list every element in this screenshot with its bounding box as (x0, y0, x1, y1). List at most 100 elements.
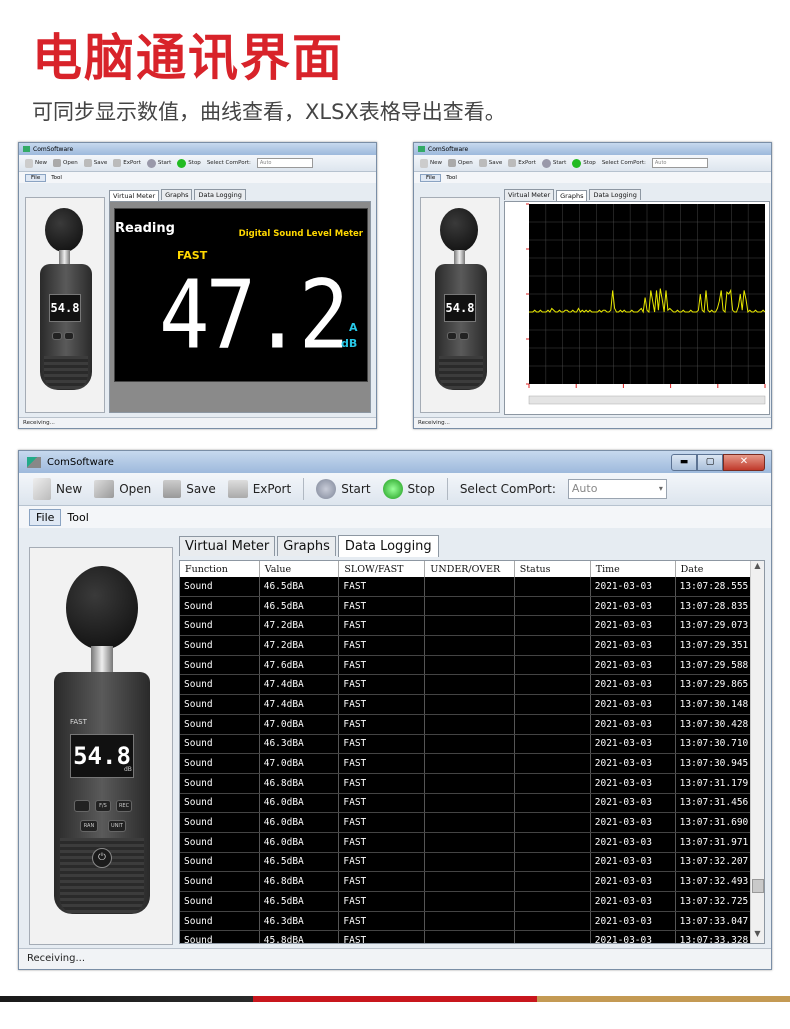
table-cell: 2021-03-03 (590, 694, 676, 715)
table-row[interactable]: Sound 46.5dBA FAST 2021-03-03 13:07:28.835 (180, 596, 764, 617)
save-button[interactable]: Save (83, 159, 107, 167)
column-header[interactable]: Status (514, 561, 591, 577)
tab-graphs[interactable]: Graphs (556, 190, 588, 201)
stop-button[interactable]: Stop (382, 479, 435, 499)
column-header[interactable]: UNDER/OVER (424, 561, 515, 577)
table-cell: 2021-03-03 (590, 753, 676, 774)
table-row[interactable]: Sound 46.0dBA FAST 2021-03-03 13:07:31.971 (180, 832, 764, 853)
title-bar: ComSoftware (19, 143, 376, 155)
open-button[interactable]: Open (53, 159, 78, 167)
table-row[interactable]: Sound 46.0dBA FAST 2021-03-03 13:07:31.456 (180, 793, 764, 814)
column-header[interactable]: Function (180, 561, 260, 577)
table-cell: 2021-03-03 (590, 911, 676, 932)
tab-virtual-meter[interactable]: Virtual Meter (109, 190, 160, 201)
table-cell: FAST (338, 930, 426, 943)
table-row[interactable]: Sound 46.8dBA FAST 2021-03-03 13:07:31.179 (180, 773, 764, 794)
table-cell (424, 596, 515, 617)
save-button[interactable]: Save (163, 480, 216, 498)
table-row[interactable]: Sound 47.2dBA FAST 2021-03-03 13:07:29.351 (180, 635, 764, 656)
table-row[interactable]: Sound 47.4dBA FAST 2021-03-03 13:07:30.148 (180, 694, 764, 715)
stop-icon (382, 479, 403, 499)
menu-bar: File Tool (414, 172, 771, 183)
open-button[interactable]: Open (448, 159, 473, 167)
table-cell: 46.5dBA (259, 852, 340, 873)
table-row[interactable]: Sound 46.5dBA FAST 2021-03-03 13:07:28.555 (180, 577, 764, 597)
table-row[interactable]: Sound 46.0dBA FAST 2021-03-03 13:07:31.690 (180, 812, 764, 833)
start-button[interactable]: Start (316, 479, 371, 499)
export-button[interactable]: ExPort (113, 159, 141, 167)
comport-select[interactable]: Auto (651, 158, 708, 168)
export-icon (508, 159, 517, 167)
menu-file[interactable]: File (29, 508, 62, 526)
column-header[interactable]: Time (590, 561, 676, 577)
table-row[interactable]: Sound 47.4dBA FAST 2021-03-03 13:07:29.865 (180, 674, 764, 696)
new-button[interactable]: New (25, 158, 47, 168)
stop-button[interactable]: Stop (177, 158, 201, 168)
table-cell (514, 655, 591, 676)
minimize-button[interactable]: ▬ (671, 453, 697, 471)
start-button[interactable]: Start (541, 158, 566, 168)
table-cell (514, 615, 591, 637)
vertical-scrollbar[interactable]: ▲ ▼ (750, 561, 764, 943)
status-text: Receiving... (27, 953, 85, 964)
menu-file[interactable]: File (420, 173, 442, 182)
tab-data-logging[interactable]: Data Logging (337, 535, 439, 557)
scroll-up-arrow[interactable]: ▲ (751, 561, 764, 575)
table-cell (424, 911, 515, 932)
table-cell: Sound (180, 930, 260, 943)
comport-select[interactable]: Auto (256, 158, 313, 168)
table-row[interactable]: Sound 46.3dBA FAST 2021-03-03 13:07:30.710 (180, 734, 764, 755)
menu-file[interactable]: File (25, 173, 47, 182)
tab-data-logging[interactable]: Data Logging (194, 189, 246, 200)
scrollbar-thumb[interactable] (752, 879, 764, 893)
unit-a-label: A (349, 321, 358, 334)
close-button[interactable]: ✕ (723, 453, 765, 471)
toolbar: New Open Save ExPort Start Stop Select C… (414, 155, 771, 172)
table-cell: FAST (338, 773, 426, 794)
table-row[interactable]: Sound 47.0dBA FAST 2021-03-03 13:07:30.428 (180, 714, 764, 735)
meter-lcd: 54.8 (444, 294, 476, 322)
tab-virtual-meter[interactable]: Virtual Meter (179, 536, 276, 556)
graph-scrollbar[interactable] (528, 395, 766, 405)
table-row[interactable]: Sound 47.2dBA FAST 2021-03-03 13:07:29.073 (180, 615, 764, 637)
table-row[interactable]: Sound 46.5dBA FAST 2021-03-03 13:07:32.207 (180, 852, 764, 873)
maximize-button[interactable]: ▢ (697, 453, 723, 471)
menu-tool[interactable]: Tool (61, 510, 94, 525)
table-cell: Sound (180, 596, 260, 617)
table-cell: Sound (180, 891, 260, 912)
table-row[interactable]: Sound 46.3dBA FAST 2021-03-03 13:07:33.047 (180, 911, 764, 932)
new-button[interactable]: New (33, 478, 82, 500)
app-icon (23, 146, 30, 152)
open-icon (94, 480, 115, 498)
start-button[interactable]: Start (146, 158, 171, 168)
table-cell: 2021-03-03 (590, 793, 676, 814)
tab-virtual-meter[interactable]: Virtual Meter (504, 189, 555, 200)
tab-graphs[interactable]: Graphs (277, 536, 336, 556)
table-row[interactable]: Sound 47.0dBA FAST 2021-03-03 13:07:30.945 (180, 753, 764, 774)
open-button[interactable]: Open (94, 480, 151, 498)
table-row[interactable]: Sound 45.8dBA FAST 2021-03-03 13:07:33.328 (180, 930, 764, 943)
column-header[interactable]: Value (259, 561, 340, 577)
table-row[interactable]: Sound 46.8dBA FAST 2021-03-03 13:07:32.493 (180, 871, 764, 892)
scroll-down-arrow[interactable]: ▼ (751, 929, 764, 943)
tab-graphs[interactable]: Graphs (161, 189, 193, 200)
menu-tool[interactable]: Tool (46, 175, 67, 181)
table-row[interactable]: Sound 46.5dBA FAST 2021-03-03 13:07:32.725 (180, 891, 764, 912)
comport-select[interactable]: Auto ▾ (567, 479, 667, 499)
menu-tool[interactable]: Tool (441, 175, 462, 181)
save-button[interactable]: Save (478, 159, 502, 167)
table-cell (424, 615, 515, 637)
export-button[interactable]: ExPort (227, 480, 291, 498)
table-cell (424, 635, 515, 656)
table-cell (514, 694, 591, 715)
tab-data-logging[interactable]: Data Logging (589, 189, 641, 200)
column-header[interactable]: SLOW/FAST (338, 561, 426, 577)
table-cell (514, 596, 591, 617)
meter-button-rec (64, 332, 74, 340)
table-cell: FAST (338, 577, 426, 597)
export-button[interactable]: ExPort (508, 159, 536, 167)
stop-button[interactable]: Stop (572, 158, 596, 168)
table-row[interactable]: Sound 47.6dBA FAST 2021-03-03 13:07:29.588 (180, 655, 764, 676)
table-cell: 46.3dBA (259, 734, 340, 755)
new-button[interactable]: New (420, 158, 442, 168)
